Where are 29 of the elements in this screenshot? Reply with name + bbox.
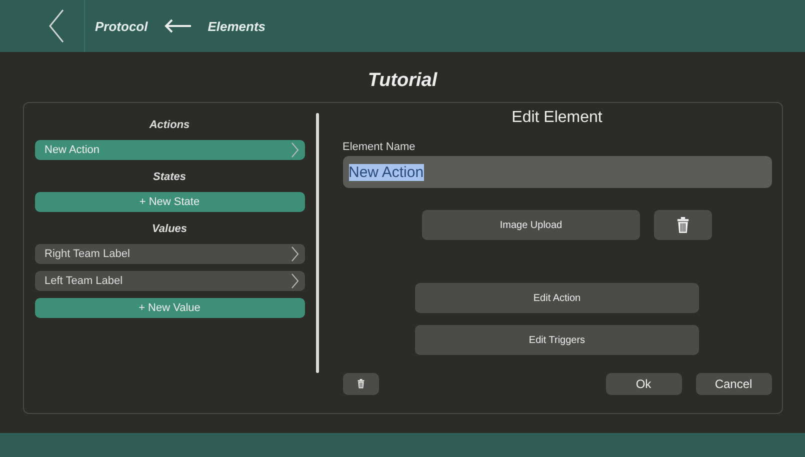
- section-heading: States: [152, 171, 188, 183]
- editor-heading: Edit Element: [510, 109, 604, 127]
- chevron-left-icon: [47, 8, 65, 44]
- page-title: Tutorial: [368, 70, 438, 92]
- delete-button[interactable]: [342, 373, 378, 395]
- chevron-icon: [290, 246, 298, 262]
- section-heading: Values: [150, 223, 188, 235]
- list-item[interactable]: New Action: [34, 140, 304, 160]
- trash-icon: [676, 216, 690, 234]
- list-item[interactable]: Left Team Label: [34, 271, 304, 291]
- image-upload-button[interactable]: Image Upload: [422, 210, 640, 240]
- chevron-icon: [290, 273, 298, 289]
- breadcrumb-link[interactable]: Protocol: [95, 18, 148, 34]
- add-button[interactable]: + New Value: [34, 298, 304, 318]
- action-button[interactable]: Edit Action: [415, 283, 699, 313]
- ok-button[interactable]: Ok: [606, 373, 682, 395]
- delete-button[interactable]: [654, 210, 712, 240]
- add-button[interactable]: + New State: [34, 192, 304, 212]
- trash-icon: [356, 379, 364, 389]
- list-item[interactable]: Right Team Label: [34, 244, 304, 264]
- chevron-icon: [290, 142, 298, 158]
- scrollbar[interactable]: [316, 113, 318, 373]
- name-field[interactable]: New Action: [342, 156, 772, 188]
- field-label: Element Name: [342, 141, 416, 153]
- action-button[interactable]: Edit Triggers: [415, 325, 699, 355]
- cancel-button[interactable]: Cancel: [696, 373, 772, 395]
- section-heading: Actions: [148, 119, 191, 131]
- breadcrumb-link[interactable]: Elements: [208, 18, 266, 34]
- arrow-left-icon: [164, 19, 192, 33]
